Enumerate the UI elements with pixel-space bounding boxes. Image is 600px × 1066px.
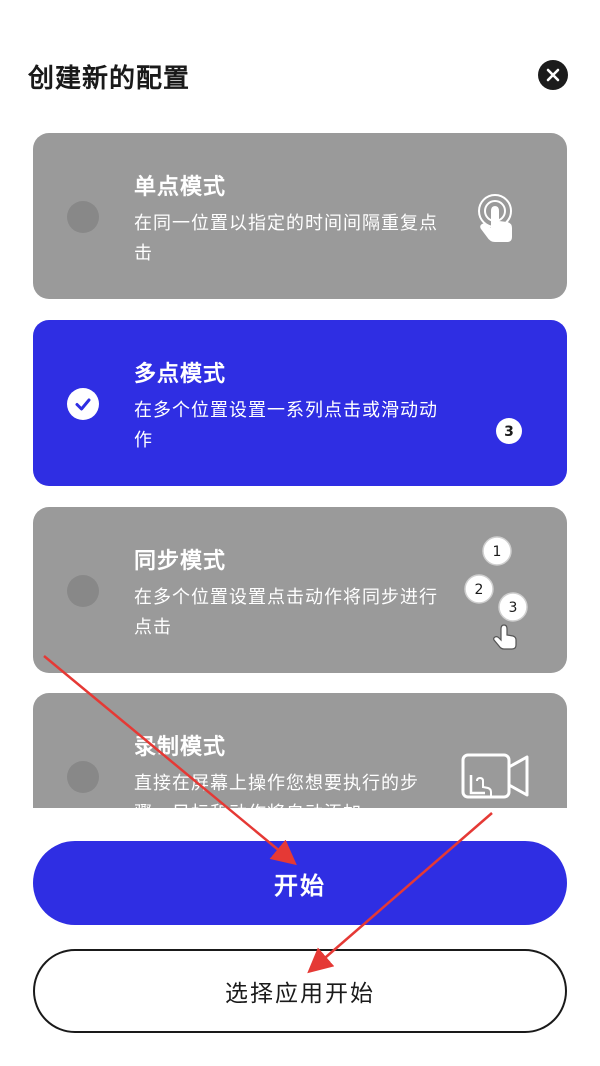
mode-title: 单点模式: [134, 175, 227, 200]
mode-description: 直接在屏幕上操作您想要执行的步骤，目标和动作将自动添加: [134, 773, 419, 808]
radio-selected[interactable]: [67, 388, 99, 420]
mode-card-multi[interactable]: 多点模式 在多个位置设置一系列点击或滑动动作 3: [33, 320, 567, 486]
radio-unselected[interactable]: [67, 575, 99, 607]
mode-card-sync[interactable]: 同步模式 在多个位置设置点击动作将同步进行点击 1 2 3: [33, 507, 567, 673]
mode-title: 多点模式: [134, 362, 227, 387]
start-button[interactable]: 开始: [33, 841, 567, 925]
mode-title: 同步模式: [134, 549, 227, 574]
mode-card-single[interactable]: 单点模式 在同一位置以指定的时间间隔重复点击: [33, 133, 567, 299]
target-number: 3: [509, 600, 518, 616]
radio-unselected[interactable]: [67, 761, 99, 793]
select-app-start-button[interactable]: 选择应用开始: [33, 949, 567, 1033]
record-screen-icon: [461, 753, 529, 799]
mode-description: 在多个位置设置点击动作将同步进行点击: [134, 587, 438, 638]
radio-unselected[interactable]: [67, 201, 99, 233]
mode-description: 在多个位置设置一系列点击或滑动动作: [134, 400, 438, 451]
close-icon: [546, 68, 560, 82]
mode-list[interactable]: 单点模式 在同一位置以指定的时间间隔重复点击 多点模式 在多个位置设置一系列点击…: [33, 133, 567, 808]
mode-card-record[interactable]: 录制模式 直接在屏幕上操作您想要执行的步骤，目标和动作将自动添加: [33, 693, 567, 808]
close-button[interactable]: [538, 60, 568, 90]
dialog-title: 创建新的配置: [28, 64, 191, 94]
dialog-header: 创建新的配置: [28, 56, 572, 96]
mode-description: 在同一位置以指定的时间间隔重复点击: [134, 213, 438, 264]
target-number: 1: [493, 544, 502, 560]
sync-targets-icon: 1 2 3: [464, 536, 528, 650]
mode-title: 录制模式: [134, 735, 227, 760]
target-number: 2: [475, 582, 484, 598]
badge-number: 3: [504, 424, 514, 440]
config-dialog: 创建新的配置 单点模式 在同一位置以指定的时间间隔重复点击 多点模式 在多个位置…: [0, 0, 600, 1066]
numbered-badge-icon: 3: [496, 418, 522, 444]
tap-finger-icon: [478, 194, 512, 242]
check-icon: [75, 398, 91, 411]
